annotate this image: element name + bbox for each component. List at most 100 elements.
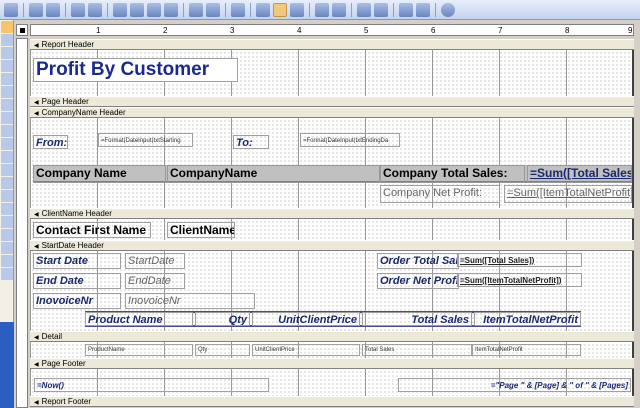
report-header-section[interactable]: Profit By Customer bbox=[30, 50, 634, 96]
col-header-qty[interactable]: Qty bbox=[195, 312, 250, 326]
search-icon[interactable] bbox=[46, 2, 60, 17]
option-group-icon[interactable] bbox=[1, 73, 13, 85]
order-net-profit-textbox[interactable]: =Sum([ItemTotalNetProfit]) bbox=[457, 273, 582, 287]
textbox-tool-icon[interactable] bbox=[1, 60, 13, 72]
company-net-profit-label[interactable]: Company Net Profit: bbox=[380, 185, 500, 203]
build-icon[interactable] bbox=[374, 2, 388, 17]
report-title[interactable]: Profit By Customer bbox=[33, 58, 238, 82]
ruler-mark: 8 bbox=[565, 26, 570, 35]
checkbox-tool-icon[interactable] bbox=[1, 112, 13, 124]
rectangle-tool-icon[interactable] bbox=[1, 255, 13, 267]
companyname-header-bar[interactable]: CompanyName Header bbox=[30, 107, 634, 118]
order-total-sales-textbox[interactable]: =Sum([Total Sales]) bbox=[457, 253, 582, 267]
companyname-header-section[interactable]: From: =Format(DateInput(txtStarting To: … bbox=[30, 118, 634, 208]
unit-client-price-textbox[interactable]: UnitClientPrice bbox=[252, 344, 360, 356]
start-date-label[interactable]: Start Date bbox=[33, 253, 121, 269]
autoformat-icon[interactable] bbox=[315, 2, 329, 17]
line-tool-icon[interactable] bbox=[1, 242, 13, 254]
properties-icon[interactable] bbox=[357, 2, 371, 17]
col-header-product-name[interactable]: Product Name bbox=[85, 312, 193, 326]
tab-control-icon[interactable] bbox=[1, 216, 13, 228]
contact-first-name-label[interactable]: Contact First Name bbox=[33, 222, 151, 238]
option-button-icon[interactable] bbox=[1, 99, 13, 111]
toolbox-icon[interactable] bbox=[273, 2, 287, 17]
combo-box-icon[interactable] bbox=[1, 125, 13, 137]
paste-icon[interactable] bbox=[147, 2, 161, 17]
total-sales-textbox[interactable]: Total Sales bbox=[362, 344, 472, 356]
sorting-grouping-icon[interactable] bbox=[290, 2, 304, 17]
detail-bar[interactable]: Detail bbox=[30, 331, 634, 342]
separator bbox=[107, 2, 108, 17]
clientname-header-section[interactable]: Contact First Name ClientName bbox=[30, 219, 634, 240]
order-total-sales-label[interactable]: Order Total Sales bbox=[377, 253, 459, 269]
save-icon[interactable] bbox=[29, 2, 43, 17]
undo-icon[interactable] bbox=[189, 2, 203, 17]
ruler-mark: 4 bbox=[297, 26, 302, 35]
to-date-textbox[interactable]: =Format(DateInput(txtEndingDa bbox=[300, 133, 400, 147]
end-date-label[interactable]: End Date bbox=[33, 273, 121, 289]
company-name-label[interactable]: Company Name bbox=[33, 165, 166, 183]
cut-icon[interactable] bbox=[113, 2, 127, 17]
new-object-icon[interactable] bbox=[416, 2, 430, 17]
qty-textbox[interactable]: Qty bbox=[195, 344, 250, 356]
redo-icon[interactable] bbox=[206, 2, 220, 17]
toggle-button-icon[interactable] bbox=[1, 86, 13, 98]
copy-icon[interactable] bbox=[130, 2, 144, 17]
page-footer-section[interactable]: =Now() ="Page " & [Page] & " of " & [Pag… bbox=[30, 369, 634, 396]
field-list-icon[interactable] bbox=[256, 2, 270, 17]
product-name-textbox[interactable]: ProductName bbox=[85, 344, 193, 356]
now-textbox[interactable]: =Now() bbox=[34, 378, 269, 392]
company-total-sales-label[interactable]: Company Total Sales: bbox=[380, 165, 525, 183]
view-icon[interactable] bbox=[4, 2, 18, 17]
page-number-textbox[interactable]: ="Page " & [Page] & " of " & [Pages] bbox=[398, 378, 631, 392]
item-total-net-profit-textbox[interactable]: ItemTotalNetProfit bbox=[472, 344, 581, 356]
page-header-bar[interactable]: Page Header bbox=[30, 96, 634, 107]
startdate-header-bar[interactable]: StartDate Header bbox=[30, 240, 634, 251]
order-net-profit-label[interactable]: Order Net Profit bbox=[377, 273, 459, 289]
unbound-frame-icon[interactable] bbox=[1, 177, 13, 189]
hyperlink-icon[interactable] bbox=[231, 2, 245, 17]
help-icon[interactable] bbox=[441, 2, 455, 17]
bound-frame-icon[interactable] bbox=[1, 190, 13, 202]
database-window-icon[interactable] bbox=[399, 2, 413, 17]
horizontal-ruler[interactable]: 1 2 3 4 5 6 7 8 9 bbox=[30, 24, 634, 36]
company-name-textbox[interactable]: CompanyName bbox=[167, 165, 380, 183]
page-break-icon[interactable] bbox=[1, 203, 13, 215]
report-selector[interactable] bbox=[16, 24, 28, 36]
label-tool-icon[interactable] bbox=[1, 47, 13, 59]
list-box-icon[interactable] bbox=[1, 138, 13, 150]
start-date-textbox[interactable]: StartDate bbox=[125, 253, 185, 269]
ruler-mark: 5 bbox=[364, 26, 369, 35]
company-net-profit-textbox[interactable]: =Sum([ItemTotalNetProfit]) bbox=[504, 185, 632, 203]
clientname-header-bar[interactable]: ClientName Header bbox=[30, 208, 634, 219]
report-footer-bar[interactable]: Report Footer bbox=[30, 396, 634, 407]
ruler-mark: 9 bbox=[628, 26, 633, 35]
print-preview-icon[interactable] bbox=[88, 2, 102, 17]
vertical-ruler[interactable] bbox=[16, 38, 28, 408]
report-header-bar[interactable]: Report Header bbox=[30, 39, 634, 50]
more-controls-icon[interactable] bbox=[1, 268, 13, 280]
code-icon[interactable] bbox=[332, 2, 346, 17]
detail-section[interactable]: ProductName Qty UnitClientPrice Total Sa… bbox=[30, 342, 634, 358]
select-objects-icon[interactable] bbox=[1, 21, 13, 33]
format-painter-icon[interactable] bbox=[164, 2, 178, 17]
to-label[interactable]: To: bbox=[233, 135, 269, 149]
end-date-textbox[interactable]: EndDate bbox=[125, 273, 185, 289]
startdate-header-section[interactable]: Start Date StartDate End Date EndDate In… bbox=[30, 251, 634, 331]
command-button-icon[interactable] bbox=[1, 151, 13, 163]
from-label[interactable]: From: bbox=[33, 135, 68, 149]
control-wizards-icon[interactable] bbox=[1, 34, 13, 46]
col-header-unit-client-price[interactable]: UnitClientPrice bbox=[252, 312, 360, 326]
subreport-icon[interactable] bbox=[1, 229, 13, 241]
col-header-item-total-net-profit[interactable]: ItemTotalNetProfit bbox=[474, 312, 581, 326]
company-total-sales-textbox[interactable]: =Sum([Total Sales]) bbox=[527, 165, 632, 183]
invoice-nr-textbox[interactable]: InovoiceNr bbox=[125, 293, 255, 309]
separator bbox=[183, 2, 184, 17]
print-icon[interactable] bbox=[71, 2, 85, 17]
page-footer-bar[interactable]: Page Footer bbox=[30, 358, 634, 369]
client-name-textbox[interactable]: ClientName bbox=[167, 222, 235, 238]
image-tool-icon[interactable] bbox=[1, 164, 13, 176]
col-header-total-sales[interactable]: Total Sales bbox=[362, 312, 472, 326]
from-date-textbox[interactable]: =Format(DateInput(txtStarting bbox=[98, 133, 193, 147]
invoice-nr-label[interactable]: InovoiceNr bbox=[33, 293, 121, 309]
